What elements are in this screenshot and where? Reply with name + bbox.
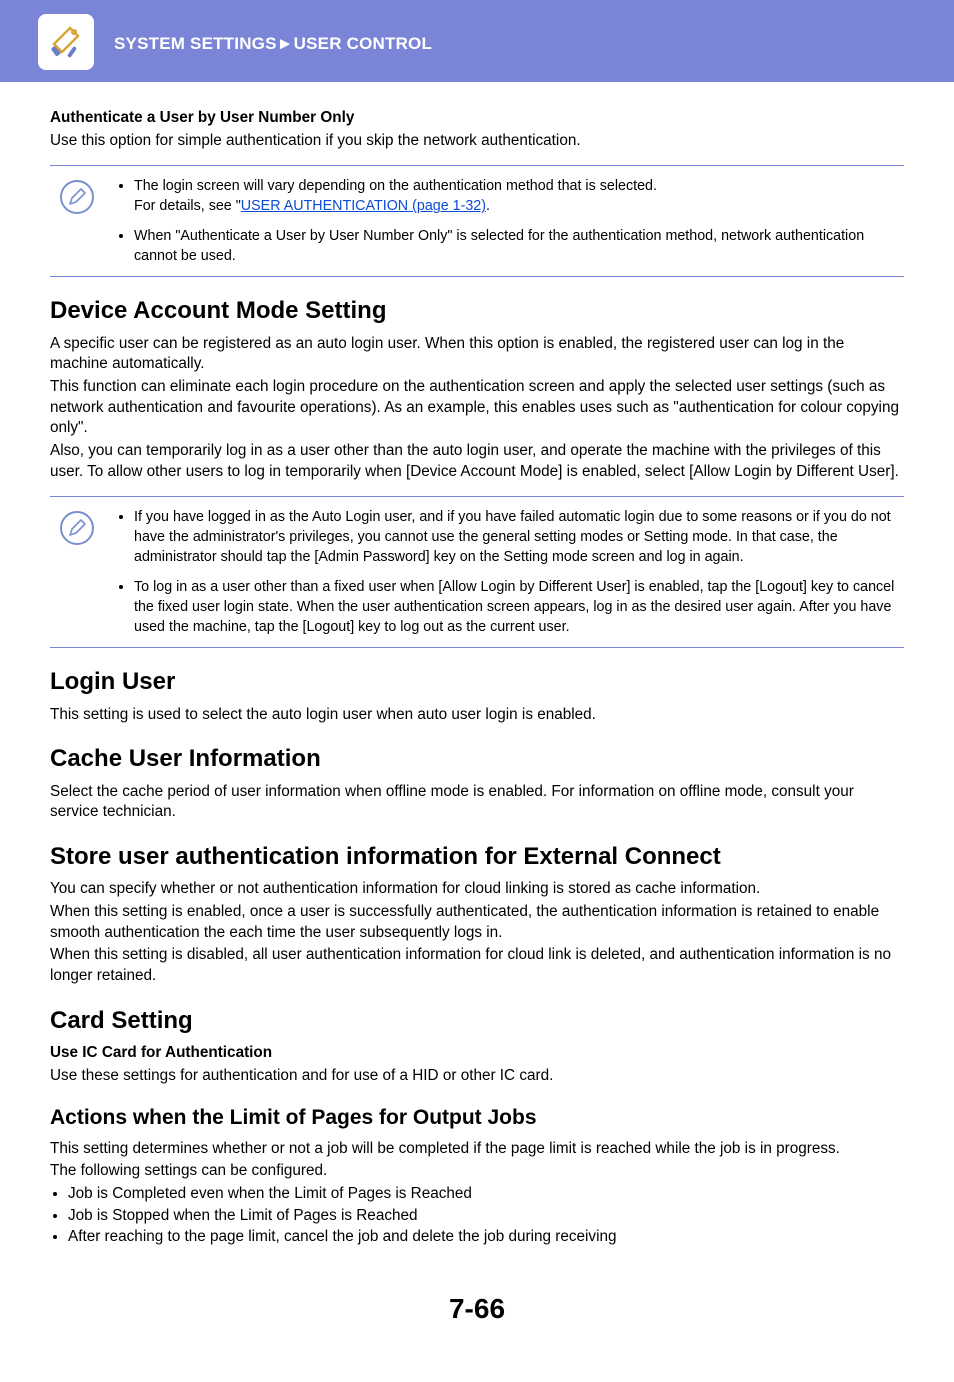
device-account-p1: A specific user can be registered as an … (50, 334, 904, 375)
note-icon-cell (50, 505, 104, 637)
note-icon-cell (50, 174, 104, 266)
device-account-p3: Also, you can temporarily log in as a us… (50, 441, 904, 482)
cache-user-heading: Cache User Information (50, 743, 904, 775)
login-user-p1: This setting is used to select the auto … (50, 705, 904, 726)
pencil-circle-icon (60, 180, 94, 214)
store-ext-p1: You can specify whether or not authentic… (50, 879, 904, 900)
device-account-heading: Device Account Mode Setting (50, 295, 904, 327)
pencil-circle-icon (60, 511, 94, 545)
user-authentication-link[interactable]: USER AUTHENTICATION (page 1-32) (241, 198, 486, 214)
actions-p2: The following settings can be configured… (50, 1161, 904, 1182)
store-ext-p2: When this setting is enabled, once a use… (50, 902, 904, 943)
page-content: Authenticate a User by User Number Only … (0, 82, 954, 1382)
card-setting-sub: Use IC Card for Authentication (50, 1043, 904, 1064)
note1-item-0-post: . (486, 198, 490, 214)
header-icon (38, 14, 94, 70)
actions-options: Job is Completed even when the Limit of … (50, 1184, 904, 1248)
note2-item-1: To log in as a user other than a fixed u… (134, 577, 904, 637)
note-block-2: If you have logged in as the Auto Login … (50, 496, 904, 648)
auth-user-number-desc: Use this option for simple authenticatio… (50, 131, 904, 152)
tools-icon (48, 24, 84, 60)
note-block-1: The login screen will vary depending on … (50, 165, 904, 277)
login-user-heading: Login User (50, 666, 904, 698)
actions-p1: This setting determines whether or not a… (50, 1139, 904, 1160)
note2-item-0: If you have logged in as the Auto Login … (134, 507, 904, 567)
card-setting-heading: Card Setting (50, 1005, 904, 1037)
card-setting-p1: Use these settings for authentication an… (50, 1066, 904, 1087)
auth-user-number-title: Authenticate a User by User Number Only (50, 108, 904, 129)
actions-option-2: After reaching to the page limit, cancel… (68, 1227, 904, 1248)
actions-heading: Actions when the Limit of Pages for Outp… (50, 1104, 904, 1132)
note-text: If you have logged in as the Auto Login … (116, 505, 904, 637)
device-account-p2: This function can eliminate each login p… (50, 377, 904, 439)
store-ext-heading: Store user authentication information fo… (50, 841, 904, 873)
note1-item-0: The login screen will vary depending on … (134, 176, 904, 216)
breadcrumb: SYSTEM SETTINGS►USER CONTROL (114, 34, 432, 54)
actions-option-0: Job is Completed even when the Limit of … (68, 1184, 904, 1205)
note-text: The login screen will vary depending on … (116, 174, 904, 266)
actions-option-1: Job is Stopped when the Limit of Pages i… (68, 1206, 904, 1227)
page-header: SYSTEM SETTINGS►USER CONTROL (0, 0, 954, 82)
store-ext-p3: When this setting is disabled, all user … (50, 945, 904, 986)
page-number: 7-66 (50, 1290, 904, 1328)
note1-item-1: When "Authenticate a User by User Number… (134, 226, 904, 266)
cache-user-p1: Select the cache period of user informat… (50, 782, 904, 823)
